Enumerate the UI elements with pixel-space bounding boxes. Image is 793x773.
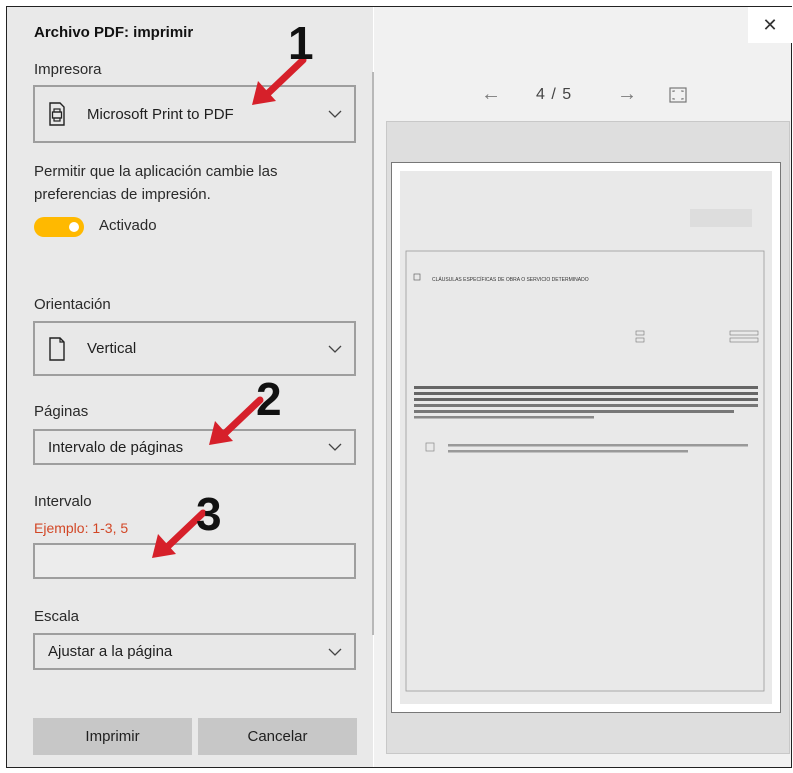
arrow-left-icon: ← [481,83,501,105]
annotation-marker-2: 2 [256,373,282,425]
printer-label: Impresora [34,61,102,78]
close-icon: ✕ [762,14,778,35]
panel-scrollbar[interactable] [372,72,374,635]
toggle-state-label: Activado [99,217,157,234]
annotation-marker-3: 3 [196,488,222,540]
orientation-value: Vertical [87,340,137,357]
fit-page-icon[interactable] [669,87,687,103]
next-page-button[interactable]: → [617,83,637,106]
document-content: CLÁUSULAS ESPECÍFICAS DE OBRA O SERVICIO… [405,209,765,692]
chevron-down-icon [328,345,342,353]
app-preferences-description: Permitir que la aplicación cambie las pr… [34,163,278,203]
scale-label: Escala [34,608,80,625]
orientation-label: Orientación [34,296,111,313]
preview-page: CLÁUSULAS ESPECÍFICAS DE OBRA O SERVICIO… [391,162,781,713]
print-button[interactable]: Imprimir [33,718,192,755]
annotation-marker-1: 1 [288,17,314,69]
chevron-down-icon [328,443,342,451]
document-heading: CLÁUSULAS ESPECÍFICAS DE OBRA O SERVICIO… [432,276,589,283]
chevron-down-icon [328,110,342,118]
printer-icon [49,102,65,126]
range-example-hint: Ejemplo: 1-3, 5 [34,520,129,536]
pages-dropdown[interactable]: Intervalo de páginas [33,429,356,465]
app-preferences-toggle[interactable] [34,217,84,237]
pages-label: Páginas [34,403,89,420]
cancel-button[interactable]: Cancelar [198,718,357,755]
orientation-dropdown[interactable]: Vertical [33,321,356,376]
printer-value: Microsoft Print to PDF [87,105,234,123]
page-indicator: 4 / 5 [536,86,573,103]
chevron-down-icon [328,648,342,656]
pages-value: Intervalo de páginas [48,438,184,456]
page-icon [49,336,65,361]
previous-page-button[interactable]: ← [481,83,501,106]
arrow-right-icon: → [617,83,637,105]
dialog-title: Archivo PDF: imprimir [34,24,194,41]
scale-value: Ajustar a la página [48,643,173,660]
scale-dropdown[interactable]: Ajustar a la página [33,633,356,670]
range-label: Intervalo [34,493,92,510]
toggle-knob [69,222,79,232]
close-button[interactable]: ✕ [748,7,792,43]
